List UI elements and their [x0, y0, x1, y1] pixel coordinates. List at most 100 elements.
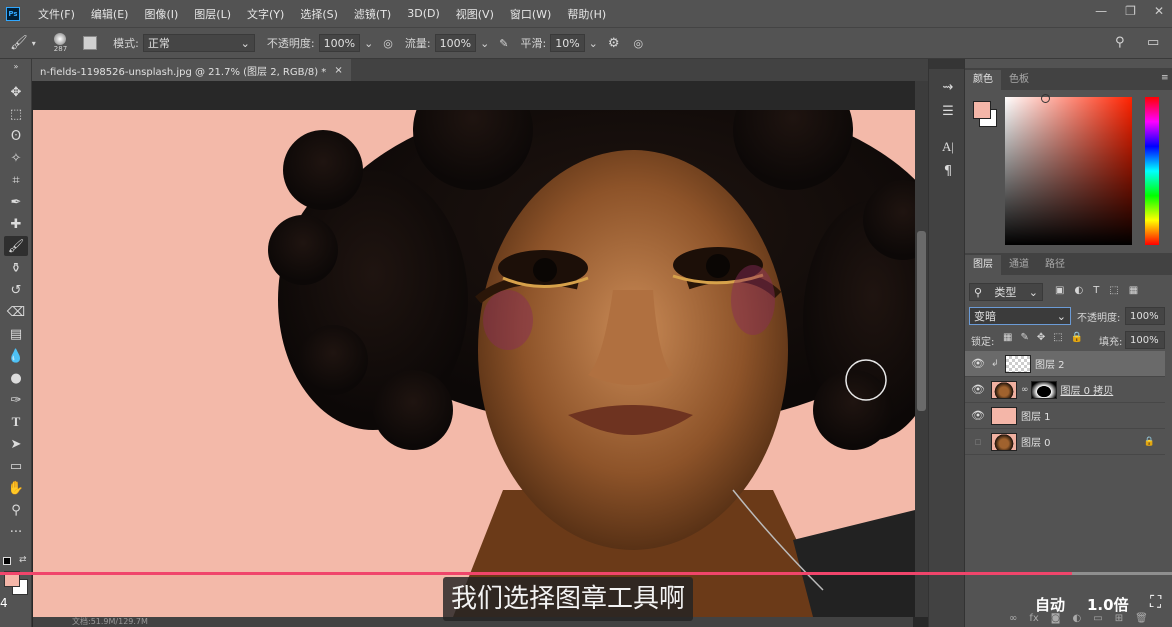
vertical-scrollbar[interactable]: [915, 81, 928, 617]
rectangle-tool-icon[interactable]: ▭: [4, 456, 28, 476]
smoothing-dropdown-icon[interactable]: ⌄: [589, 37, 598, 50]
lock-position-icon[interactable]: ✥: [1037, 332, 1045, 343]
crop-tool-icon[interactable]: ⌗: [4, 170, 28, 190]
gear-icon[interactable]: ⚙: [608, 36, 620, 51]
layer-row-2[interactable]: 👁 ↲ 图层 2: [965, 351, 1165, 377]
menu-filter[interactable]: 滤镜(T): [346, 6, 399, 22]
brush-settings-toggle[interactable]: [83, 36, 98, 50]
collapse-toolbar-icon[interactable]: »: [4, 61, 28, 71]
swap-colors-icon[interactable]: ⇄: [19, 555, 27, 565]
brush-size-picker[interactable]: 287: [54, 33, 67, 53]
menu-type[interactable]: 文字(Y): [239, 6, 292, 22]
layer-opacity-field[interactable]: 100%: [1125, 307, 1165, 325]
tool-preset-picker[interactable]: 🖌 ▾: [10, 35, 36, 51]
tab-color[interactable]: 颜色: [965, 70, 1001, 90]
visibility-eye-icon[interactable]: 👁: [965, 357, 991, 370]
pressure-opacity-icon[interactable]: ◎: [383, 37, 393, 50]
brush-tool-icon[interactable]: 🖌: [4, 236, 28, 256]
canvas-image[interactable]: [33, 110, 915, 617]
dodge-tool-icon[interactable]: ●: [4, 368, 28, 388]
menu-select[interactable]: 选择(S): [292, 6, 346, 22]
menu-image[interactable]: 图像(I): [136, 6, 186, 22]
brush-presets-icon[interactable]: ⇝: [937, 77, 959, 97]
default-colors-icon[interactable]: [3, 557, 11, 565]
lock-all-icon[interactable]: 🔒: [1071, 332, 1083, 343]
move-tool-icon[interactable]: ✥: [4, 82, 28, 102]
workspace-icon[interactable]: ▭: [1147, 35, 1159, 50]
zoom-tool-icon[interactable]: ⚲: [4, 500, 28, 520]
healing-brush-tool-icon[interactable]: ✚: [4, 214, 28, 234]
artboard-lock-icon[interactable]: ⬚: [1053, 332, 1062, 343]
menu-help[interactable]: 帮助(H): [559, 6, 614, 22]
shape-filter-icon[interactable]: ⬚: [1109, 285, 1118, 296]
close-window-button[interactable]: ✕: [1154, 4, 1164, 18]
lock-pixels-icon[interactable]: ✎: [1020, 332, 1028, 343]
visibility-eye-icon[interactable]: 👁: [965, 383, 991, 396]
tab-layers[interactable]: 图层: [965, 255, 1001, 275]
tab-paths[interactable]: 路径: [1037, 255, 1073, 275]
tab-channels[interactable]: 通道: [1001, 255, 1037, 275]
document-tab[interactable]: n-fields-1198526-unsplash.jpg @ 21.7% (图…: [32, 59, 351, 81]
search-icon[interactable]: ⚲: [1115, 35, 1125, 50]
menu-edit[interactable]: 编辑(E): [83, 6, 137, 22]
restore-button[interactable]: ❐: [1125, 4, 1136, 18]
color-picker-field[interactable]: [1005, 94, 1132, 245]
marquee-tool-icon[interactable]: ⬚: [4, 104, 28, 124]
visibility-eye-icon[interactable]: 👁: [965, 409, 991, 422]
menu-view[interactable]: 视图(V): [448, 6, 502, 22]
layer-row-0-copy[interactable]: 👁 ∞ 图层 0 拷贝: [965, 377, 1165, 403]
flow-dropdown-icon[interactable]: ⌄: [480, 37, 489, 50]
clone-stamp-tool-icon[interactable]: ⚱: [4, 258, 28, 278]
pixel-filter-icon[interactable]: ▣: [1055, 285, 1064, 296]
opacity-dropdown-icon[interactable]: ⌄: [364, 37, 373, 50]
opacity-field[interactable]: 100%: [318, 34, 361, 52]
scrollbar-thumb[interactable]: [917, 231, 926, 411]
hue-slider[interactable]: [1145, 97, 1159, 245]
lock-transparent-icon[interactable]: ▦: [1003, 332, 1012, 343]
close-tab-icon[interactable]: ×: [334, 65, 342, 76]
smoothing-field[interactable]: 10%: [550, 34, 585, 52]
more-tools-icon[interactable]: ···: [4, 522, 28, 542]
mode-select[interactable]: 正常 ⌄: [142, 34, 255, 52]
layer-mask-thumbnail[interactable]: [1030, 380, 1057, 399]
menu-window[interactable]: 窗口(W): [502, 6, 559, 22]
paragraph-panel-icon[interactable]: ¶: [937, 161, 959, 181]
eraser-tool-icon[interactable]: ⌫: [4, 302, 28, 322]
character-panel-icon[interactable]: A|: [937, 137, 959, 157]
progress-track[interactable]: [0, 572, 1172, 575]
pressure-size-icon[interactable]: ◎: [634, 37, 644, 50]
auto-quality-button[interactable]: 自动: [1035, 594, 1065, 615]
type-filter-icon[interactable]: T: [1093, 285, 1099, 296]
menu-layer[interactable]: 图层(L): [186, 6, 239, 22]
fullscreen-icon[interactable]: ⛶: [1150, 592, 1161, 612]
panel-menu-icon[interactable]: ≡: [1161, 73, 1169, 83]
type-tool-icon[interactable]: T: [4, 412, 28, 432]
history-brush-tool-icon[interactable]: ↺: [4, 280, 28, 300]
layer-row-0[interactable]: ▫ 图层 0 🔒: [965, 429, 1165, 455]
adjust-sliders-icon[interactable]: ☰: [937, 101, 959, 121]
menu-file[interactable]: 文件(F): [30, 6, 83, 22]
hand-tool-icon[interactable]: ✋: [4, 478, 28, 498]
blend-mode-select[interactable]: 变暗 ⌄: [969, 307, 1071, 325]
path-select-tool-icon[interactable]: ➤: [4, 434, 28, 454]
playback-speed-button[interactable]: 1.0倍: [1087, 594, 1129, 615]
flow-field[interactable]: 100%: [434, 34, 477, 52]
tab-swatches[interactable]: 色板: [1001, 70, 1037, 90]
gradient-tool-icon[interactable]: ▤: [4, 324, 28, 344]
airbrush-icon[interactable]: ✎: [499, 37, 508, 50]
layer-filter-select[interactable]: ⚲ 类型 ⌄: [969, 283, 1043, 301]
fill-field[interactable]: 100%: [1125, 331, 1165, 349]
smart-object-filter-icon[interactable]: ▦: [1129, 285, 1138, 296]
eyedropper-tool-icon[interactable]: ✒: [4, 192, 28, 212]
layer-row-1[interactable]: 👁 图层 1: [965, 403, 1165, 429]
color-fg-swatch[interactable]: [973, 101, 991, 119]
adjustment-filter-icon[interactable]: ◐: [1074, 285, 1083, 296]
blend-mode-value: 变暗: [974, 310, 996, 323]
menu-3d[interactable]: 3D(D): [399, 7, 448, 20]
quick-select-tool-icon[interactable]: ✧: [4, 148, 28, 168]
visibility-empty-box[interactable]: ▫: [965, 435, 991, 448]
blur-tool-icon[interactable]: 💧: [4, 346, 28, 366]
minimize-button[interactable]: —: [1095, 4, 1107, 18]
pen-tool-icon[interactable]: ✑: [4, 390, 28, 410]
lasso-tool-icon[interactable]: ʘ: [4, 126, 28, 146]
